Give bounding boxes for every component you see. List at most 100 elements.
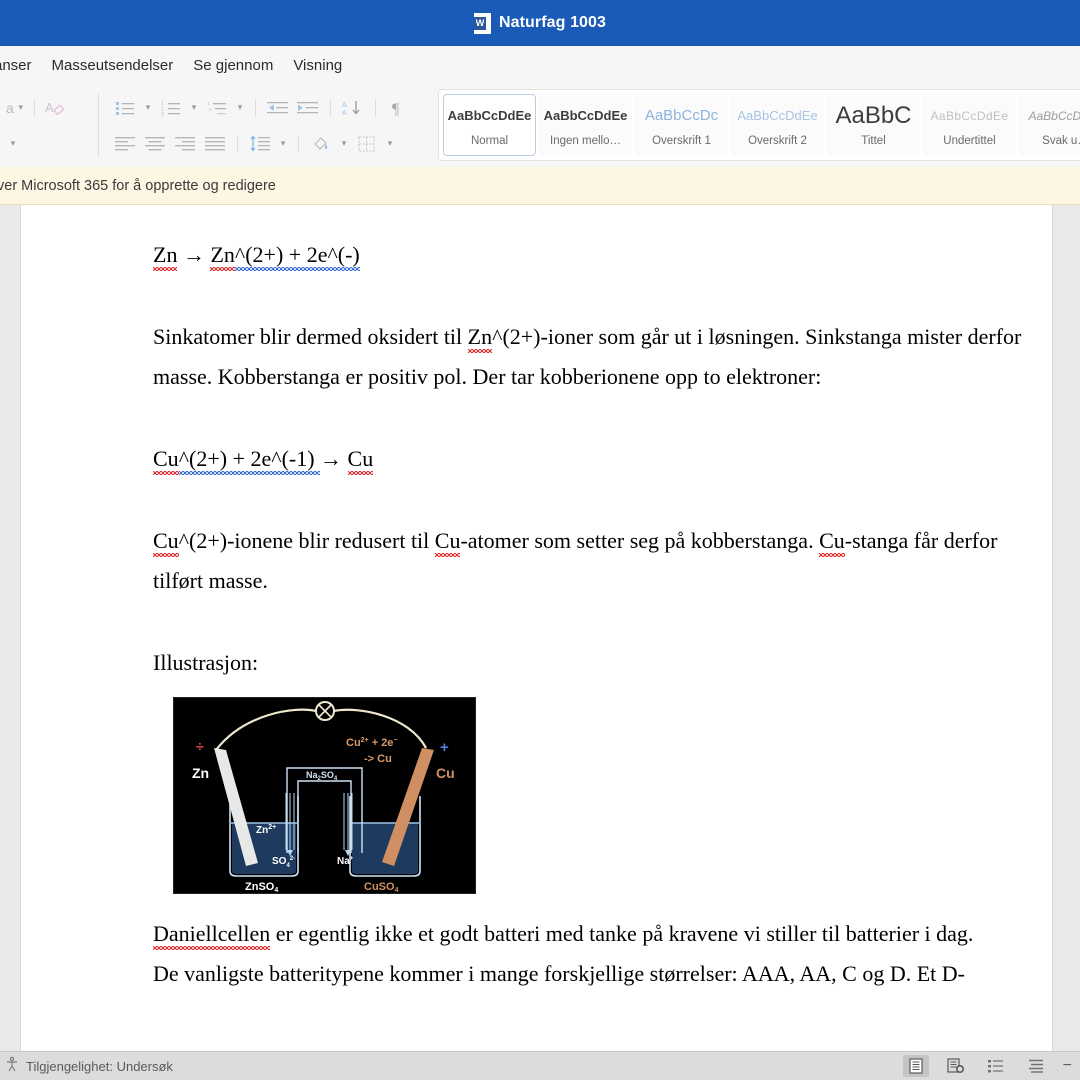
clear-formatting-icon[interactable]: A xyxy=(41,95,69,121)
style-item-overskrift-2[interactable]: AaBbCcDdEe Overskrift 2 xyxy=(731,94,824,156)
chevron-down-icon[interactable]: ▾ xyxy=(141,95,155,121)
style-item-tittel[interactable]: AaBbC Tittel xyxy=(827,94,920,156)
p1-zn: Zn xyxy=(467,324,493,353)
minus-label: ÷ xyxy=(196,738,204,754)
document-page[interactable]: Zn → Zn^(2+) + 2e^(-) Sinkatomer blir de… xyxy=(20,205,1053,1051)
accessibility-status-text[interactable]: Tilgjengelighet: Undersøk xyxy=(26,1059,173,1074)
print-layout-icon[interactable] xyxy=(943,1055,969,1077)
justify-icon[interactable] xyxy=(201,131,229,157)
style-preview: AaBbCcDdEe xyxy=(543,108,628,123)
p2-cu: Cu xyxy=(153,528,179,557)
chevron-down-icon[interactable]: ▾ xyxy=(383,131,397,157)
font-group-row1: a ▾ A xyxy=(6,90,86,126)
style-preview: AaBbCcDdEe xyxy=(930,109,1009,123)
numbered-list-icon[interactable]: 1 2 3 xyxy=(157,95,185,121)
svg-text:A: A xyxy=(342,102,347,109)
divider xyxy=(237,135,238,152)
outline-icon[interactable] xyxy=(1023,1055,1049,1077)
p2-text-a: ^(2+)-ionene blir redusert til xyxy=(178,528,435,553)
document-canvas[interactable]: Zn → Zn^(2+) + 2e^(-) Sinkatomer blir de… xyxy=(0,205,1080,1051)
style-name: Overskrift 1 xyxy=(652,135,711,147)
paragraph-4: De vanligste batteritypene kommer i mang… xyxy=(153,961,965,986)
sort-icon[interactable]: A A xyxy=(339,95,367,121)
zn-electrode-label: Zn xyxy=(192,765,209,781)
svg-text:3: 3 xyxy=(161,112,164,116)
chevron-down-icon[interactable]: ▾ xyxy=(14,95,28,121)
line-spacing-icon[interactable] xyxy=(246,131,274,157)
increase-indent-icon[interactable] xyxy=(294,95,322,121)
divider xyxy=(33,99,35,116)
multilevel-list-icon[interactable]: 1 a xyxy=(203,95,231,121)
reaction-line-2: -> Cu xyxy=(364,753,392,765)
style-item-normal[interactable]: AaBbCcDdEe Normal xyxy=(443,94,536,156)
paragraph-3: Daniellcellen er egentlig ikke et godt b… xyxy=(153,914,1033,954)
show-formatting-marks-icon[interactable]: ¶ xyxy=(384,95,412,121)
notification-text: ver Microsoft 365 for å opprette og redi… xyxy=(0,177,276,194)
style-name: Ingen mello… xyxy=(550,135,621,147)
tab-visning[interactable]: Visning xyxy=(283,57,352,74)
accessibility-icon[interactable] xyxy=(4,1056,20,1077)
zoom-out-button[interactable]: − xyxy=(1063,1057,1074,1075)
svg-text:A: A xyxy=(45,100,54,115)
style-name: Normal xyxy=(470,135,509,147)
font-name-partial-label[interactable]: a xyxy=(6,100,14,116)
chevron-down-icon[interactable]: ▾ xyxy=(233,95,247,121)
right-beaker-label: CuSO4 xyxy=(364,881,399,893)
style-name: Svak u… xyxy=(1042,135,1080,147)
chevron-down-icon[interactable]: ▾ xyxy=(187,95,201,121)
decrease-indent-icon[interactable] xyxy=(264,95,292,121)
p1-text-a: Sinkatomer blir dermed oksidert til xyxy=(153,324,468,349)
chevron-down-icon[interactable]: ▾ xyxy=(337,131,351,157)
read-mode-icon[interactable] xyxy=(902,1055,929,1077)
align-center-icon[interactable] xyxy=(141,131,169,157)
divider xyxy=(375,99,376,116)
equation-2: Cu^(2+) + 2e^(-1) → Cu xyxy=(153,439,1033,479)
style-preview: AaBbCcDdEe xyxy=(447,108,532,123)
divider xyxy=(98,94,99,157)
style-item-overskrift-1[interactable]: AaBbCcDc Overskrift 1 xyxy=(635,94,728,156)
daniell-cell-figure[interactable]: ÷ + Zn Cu Cu2+ + 2e− -> Cu Na2SO4 Zn2+ S… xyxy=(173,697,476,894)
p3-daniellcellen: Daniellcellen xyxy=(153,921,271,950)
p2-text-b: -atomer som setter seg på kobberstanga. xyxy=(460,528,820,553)
borders-icon[interactable] xyxy=(353,131,381,157)
style-item-undertittel[interactable]: AaBbCcDdEe Undertittel xyxy=(923,94,1016,156)
divider xyxy=(298,135,299,152)
tab-se-gjennom[interactable]: Se gjennom xyxy=(183,57,283,74)
reaction-line-1: Cu2+ + 2e− xyxy=(346,737,398,749)
document-body[interactable]: Zn → Zn^(2+) + 2e^(-) Sinkatomer blir de… xyxy=(153,235,1033,994)
ribbon-tab-strip: anser Masseutsendelser Se gjennom Visnin… xyxy=(0,46,1080,84)
title-bar: Naturfag 1003 xyxy=(0,0,1080,46)
tab-masseutsendelser[interactable]: Masseutsendelser xyxy=(42,57,184,74)
status-bar-right: − xyxy=(902,1055,1080,1077)
p3-text: er egentlig ikke et godt batteri med tan… xyxy=(270,921,974,946)
font-group-partial: a ▾ A ▾ xyxy=(0,84,92,167)
eq1-arrow: → xyxy=(182,242,205,267)
chevron-down-icon[interactable]: ▾ xyxy=(276,131,290,157)
style-item-svak-uthevet[interactable]: AaBbCcDdEe Svak u… xyxy=(1019,94,1080,156)
chevron-down-icon[interactable]: ▾ xyxy=(6,131,20,157)
align-right-icon[interactable] xyxy=(171,131,199,157)
styles-gallery[interactable]: AaBbCcDdEe Normal AaBbCcDdEe Ingen mello… xyxy=(438,89,1080,161)
style-name: Overskrift 2 xyxy=(748,135,807,147)
status-bar-left: Tilgjengelighet: Undersøk xyxy=(0,1056,173,1077)
eq1-zn2: Zn xyxy=(210,242,235,271)
style-item-ingen-mellomrom[interactable]: AaBbCcDdEe Ingen mello… xyxy=(539,94,632,156)
align-left-icon[interactable] xyxy=(111,131,139,157)
style-name: Tittel xyxy=(861,135,886,147)
license-notification-bar: ver Microsoft 365 for å opprette og redi… xyxy=(0,167,1080,205)
eq2-cu: Cu xyxy=(153,446,179,475)
bullet-list-icon[interactable] xyxy=(111,95,139,121)
svg-text:A: A xyxy=(342,110,347,117)
eq1-zn: Zn xyxy=(153,242,178,271)
style-preview: AaBbCcDdEe xyxy=(1028,109,1080,123)
plus-label: + xyxy=(440,739,449,756)
eq2-arrow: → xyxy=(320,446,343,471)
eq1-zn2-text: Zn xyxy=(210,242,235,271)
shading-icon[interactable] xyxy=(307,131,335,157)
tab-referanser[interactable]: anser xyxy=(0,57,42,74)
web-layout-icon[interactable] xyxy=(983,1055,1009,1077)
